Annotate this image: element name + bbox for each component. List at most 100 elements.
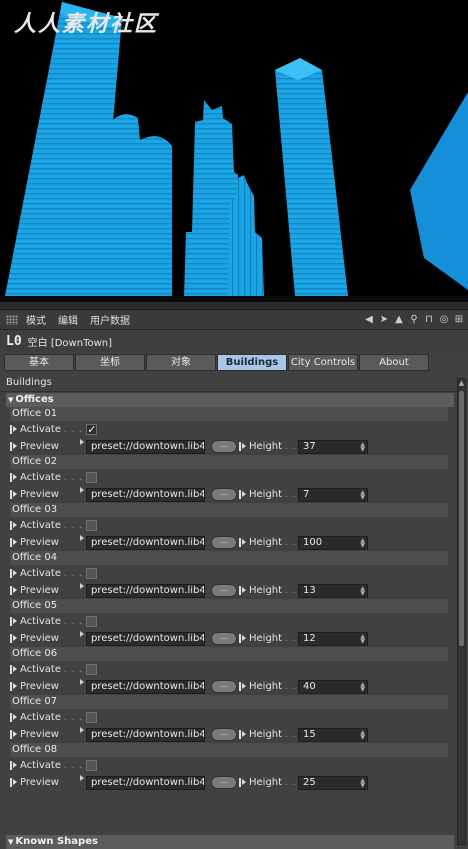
animate-icon[interactable] — [239, 538, 246, 547]
browse-button[interactable]: … — [211, 632, 237, 645]
office-header[interactable]: Office 07 — [10, 695, 448, 709]
office-header[interactable]: Office 02 — [10, 455, 448, 469]
activate-checkbox[interactable] — [86, 616, 98, 627]
tab-coord[interactable]: 坐标 — [75, 354, 145, 371]
spinner-arrows-icon[interactable]: ▲ ▼ — [360, 490, 365, 501]
activate-checkbox[interactable] — [86, 664, 98, 675]
browse-button[interactable]: … — [211, 728, 237, 741]
activate-checkbox[interactable] — [86, 472, 98, 483]
up-arrow-icon[interactable]: ▲ — [394, 314, 404, 325]
dropdown-arrow-icon[interactable] — [80, 535, 84, 541]
height-input[interactable]: 12 ▲ ▼ — [298, 632, 368, 646]
activate-checkbox[interactable]: ✓ — [86, 424, 98, 435]
office-header[interactable]: Office 03 — [10, 503, 448, 517]
office-header[interactable]: Office 05 — [10, 599, 448, 613]
activate-checkbox[interactable] — [86, 568, 98, 579]
grip-handle-icon[interactable] — [6, 314, 18, 325]
preset-field[interactable]: preset://downtown.lib4d — [86, 728, 205, 742]
animate-icon[interactable] — [10, 617, 17, 626]
preset-field[interactable]: preset://downtown.lib4d — [86, 680, 205, 694]
dropdown-arrow-icon[interactable] — [80, 583, 84, 589]
height-input[interactable]: 13 ▲ ▼ — [298, 584, 368, 598]
animate-icon[interactable] — [10, 713, 17, 722]
height-input[interactable]: 100 ▲ ▼ — [298, 536, 368, 550]
animate-icon[interactable] — [239, 634, 246, 643]
menu-edit[interactable]: 编辑 — [58, 312, 78, 327]
group-known-shapes[interactable]: ▼ Known Shapes — [6, 835, 454, 849]
animate-icon[interactable] — [10, 442, 17, 451]
animate-icon[interactable] — [10, 586, 17, 595]
scroll-thumb[interactable] — [459, 391, 464, 646]
animate-icon[interactable] — [239, 730, 246, 739]
spinner-arrows-icon[interactable]: ▲ ▼ — [360, 634, 365, 645]
search-icon[interactable]: ⚲ — [409, 314, 419, 325]
collapse-triangle-icon[interactable]: ▼ — [8, 396, 13, 404]
spinner-arrows-icon[interactable]: ▲ ▼ — [360, 730, 365, 741]
tab-basic[interactable]: 基本 — [4, 354, 74, 371]
animate-icon[interactable] — [10, 682, 17, 691]
animate-icon[interactable] — [10, 730, 17, 739]
preset-field[interactable]: preset://downtown.lib4d — [86, 584, 205, 598]
scrollbar[interactable]: ▲ — [457, 378, 466, 845]
tab-buildings[interactable]: Buildings — [217, 354, 287, 371]
animate-icon[interactable] — [239, 682, 246, 691]
animate-icon[interactable] — [239, 778, 246, 787]
animate-icon[interactable] — [10, 425, 17, 434]
dropdown-arrow-icon[interactable] — [80, 775, 84, 781]
height-input[interactable]: 7 ▲ ▼ — [298, 488, 368, 502]
dropdown-arrow-icon[interactable] — [80, 439, 84, 445]
add-icon[interactable]: ⊞ — [454, 314, 464, 325]
preset-field[interactable]: preset://downtown.lib4d — [86, 776, 205, 790]
preset-field[interactable]: preset://downtown.lib4d — [86, 632, 205, 646]
animate-icon[interactable] — [10, 761, 17, 770]
dropdown-arrow-icon[interactable] — [80, 679, 84, 685]
attributes-scroll-area[interactable]: Buildings ▼ Offices Office 01 Activate . … — [0, 374, 468, 849]
spinner-arrows-icon[interactable]: ▲ ▼ — [360, 442, 365, 453]
animate-icon[interactable] — [10, 634, 17, 643]
spinner-arrows-icon[interactable]: ▲ ▼ — [360, 682, 365, 693]
target-icon[interactable]: ◎ — [439, 314, 449, 325]
scroll-up-icon[interactable]: ▲ — [458, 379, 465, 388]
office-header[interactable]: Office 01 — [10, 407, 448, 421]
dropdown-arrow-icon[interactable] — [80, 631, 84, 637]
spinner-arrows-icon[interactable]: ▲ ▼ — [360, 778, 365, 789]
animate-icon[interactable] — [10, 521, 17, 530]
office-header[interactable]: Office 08 — [10, 743, 448, 757]
cursor-icon[interactable]: ➤ — [379, 314, 389, 325]
tab-object[interactable]: 对象 — [146, 354, 216, 371]
height-input[interactable]: 40 ▲ ▼ — [298, 680, 368, 694]
preset-field[interactable]: preset://downtown.lib4d — [86, 440, 205, 454]
tab-city-controls[interactable]: City Controls — [288, 354, 358, 371]
animate-icon[interactable] — [10, 569, 17, 578]
spinner-arrows-icon[interactable]: ▲ ▼ — [360, 586, 365, 597]
activate-checkbox[interactable] — [86, 712, 98, 723]
dropdown-arrow-icon[interactable] — [80, 727, 84, 733]
animate-icon[interactable] — [10, 538, 17, 547]
animate-icon[interactable] — [10, 778, 17, 787]
tab-about[interactable]: About — [359, 354, 429, 371]
collapse-triangle-icon[interactable]: ▼ — [8, 838, 13, 846]
animate-icon[interactable] — [239, 586, 246, 595]
viewport-3d[interactable]: 人人素材社区 — [0, 0, 468, 302]
dropdown-arrow-icon[interactable] — [80, 487, 84, 493]
height-input[interactable]: 15 ▲ ▼ — [298, 728, 368, 742]
browse-button[interactable]: … — [211, 440, 237, 453]
animate-icon[interactable] — [239, 490, 246, 499]
browse-button[interactable]: … — [211, 680, 237, 693]
lock-icon[interactable]: ⊓ — [424, 314, 434, 325]
animate-icon[interactable] — [239, 442, 246, 451]
browse-button[interactable]: … — [211, 536, 237, 549]
group-offices[interactable]: ▼ Offices — [6, 393, 454, 407]
office-header[interactable]: Office 04 — [10, 551, 448, 565]
height-input[interactable]: 37 ▲ ▼ — [298, 440, 368, 454]
animate-icon[interactable] — [10, 665, 17, 674]
menu-mode[interactable]: 模式 — [26, 312, 46, 327]
spinner-arrows-icon[interactable]: ▲ ▼ — [360, 538, 365, 549]
animate-icon[interactable] — [10, 490, 17, 499]
browse-button[interactable]: … — [211, 776, 237, 789]
browse-button[interactable]: … — [211, 584, 237, 597]
arrow-left-icon[interactable]: ◀ — [364, 314, 374, 325]
activate-checkbox[interactable] — [86, 760, 98, 771]
browse-button[interactable]: … — [211, 488, 237, 501]
animate-icon[interactable] — [10, 473, 17, 482]
